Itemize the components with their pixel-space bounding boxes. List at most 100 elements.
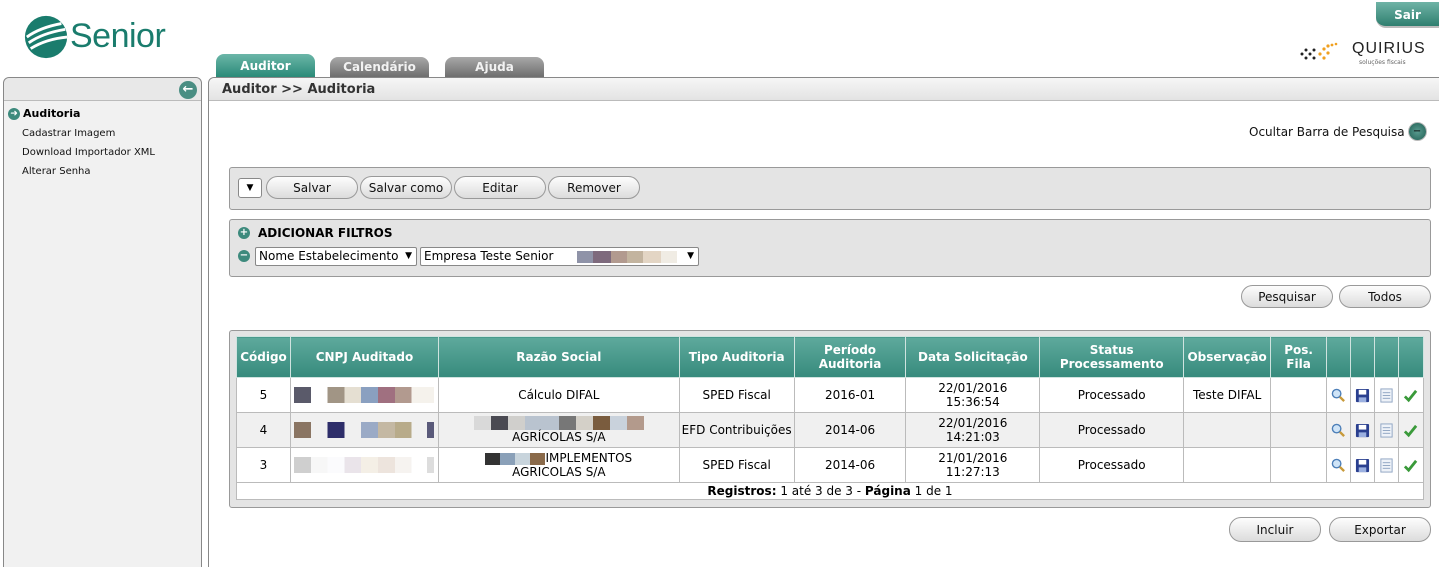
col-action-4 xyxy=(1397,336,1425,378)
time-text: 11:27:13 xyxy=(945,465,1000,479)
check-icon[interactable] xyxy=(1403,388,1418,403)
breadcrumb: Auditor >> Auditoria xyxy=(209,78,1439,101)
cell-observacao xyxy=(1183,412,1272,448)
cell-tipo: EFD Contribuições xyxy=(678,412,795,448)
cell-tipo: SPED Fiscal xyxy=(678,377,795,413)
time-text: 15:36:54 xyxy=(945,395,1000,409)
main-panel: Auditor >> Auditoria Ocultar Barra de Pe… xyxy=(208,77,1439,567)
hide-search-label: Ocultar Barra de Pesquisa xyxy=(1249,124,1405,139)
cell-status: Processado xyxy=(1039,447,1185,483)
add-filters-header[interactable]: + ADICIONAR FILTROS xyxy=(238,226,393,240)
table-row[interactable]: 3 IMPLEMENTOS AGRICOLAS S/A SPED Fiscal 2… xyxy=(236,447,1425,483)
magnifier-icon[interactable] xyxy=(1331,388,1346,403)
tab-ajuda[interactable]: Ajuda xyxy=(445,57,544,77)
redacted-text xyxy=(294,457,435,473)
sidebar-header: ← xyxy=(4,78,201,101)
razao-text: AGRÍCOLAS S/A xyxy=(512,430,606,445)
time-text: 14:21:03 xyxy=(945,430,1000,444)
redacted-text xyxy=(577,251,677,263)
results-table-panel: Código CNPJ Auditado Razão Social Tipo A… xyxy=(229,330,1431,508)
cell-view xyxy=(1326,377,1351,413)
export-button[interactable]: Exportar xyxy=(1329,517,1431,542)
floppy-disk-icon[interactable] xyxy=(1355,388,1370,403)
sidebar-section-label: Auditoria xyxy=(23,107,81,120)
include-button[interactable]: Incluir xyxy=(1229,517,1321,542)
cell-pos-fila xyxy=(1270,377,1328,413)
hide-search-toggle[interactable]: Ocultar Barra de Pesquisa − xyxy=(1249,122,1427,141)
sidebar-item-alterar-senha[interactable]: Alterar Senha xyxy=(4,166,201,177)
all-button[interactable]: Todos xyxy=(1339,285,1431,308)
filter-value-text: Empresa Teste Senior xyxy=(424,249,554,263)
arrow-right-circle-icon: ➜ xyxy=(8,107,20,120)
saved-search-dropdown[interactable]: ▼ xyxy=(238,178,262,198)
cell-razao: AGRÍCOLAS S/A xyxy=(437,412,680,448)
col-data[interactable]: Data Solicitação xyxy=(905,336,1041,378)
col-observacao[interactable]: Observação xyxy=(1183,336,1272,378)
sidebar: ← ➜ Auditoria Cadastrar Imagem Download … xyxy=(3,77,202,567)
save-button[interactable]: Salvar xyxy=(266,176,358,199)
cell-view xyxy=(1326,447,1351,483)
remove-button[interactable]: Remover xyxy=(548,176,640,199)
cell-data: 22/01/2016 15:36:54 xyxy=(905,377,1041,413)
cell-status: Processado xyxy=(1039,377,1185,413)
cell-observacao: Teste DIFAL xyxy=(1183,377,1272,413)
registros-label: Registros: xyxy=(707,483,777,498)
table-row[interactable]: 5 Cálculo DIFAL SPED Fiscal 2016-01 22/0… xyxy=(236,377,1425,413)
tab-auditor[interactable]: Auditor xyxy=(216,54,315,77)
date-text: 22/01/2016 xyxy=(938,381,1008,395)
cell-observacao xyxy=(1183,447,1272,483)
filter-value-select[interactable]: Empresa Teste Senior ▼ xyxy=(420,247,699,266)
save-as-button[interactable]: Salvar como xyxy=(360,176,452,199)
cell-cnpj xyxy=(289,377,439,413)
col-pos-fila[interactable]: Pos. Fila xyxy=(1270,336,1328,378)
col-tipo[interactable]: Tipo Auditoria xyxy=(678,336,795,378)
plus-circle-icon[interactable]: + xyxy=(238,227,250,239)
cell-view xyxy=(1326,412,1351,448)
tab-calendario[interactable]: Calendário xyxy=(330,57,429,77)
col-cnpj[interactable]: CNPJ Auditado xyxy=(289,336,439,378)
redacted-text xyxy=(294,422,435,438)
pagination-info: Registros: 1 até 3 de 3 - Página 1 de 1 xyxy=(236,482,1424,500)
cell-pos-fila xyxy=(1270,447,1328,483)
check-icon[interactable] xyxy=(1403,458,1418,473)
cell-cnpj xyxy=(289,412,439,448)
collapse-arrow-icon[interactable]: ← xyxy=(179,81,197,99)
cell-doc xyxy=(1373,377,1399,413)
filter-field-select[interactable]: Nome Estabelecimento ▼ xyxy=(255,247,417,266)
cell-check xyxy=(1397,447,1425,483)
magnifier-icon[interactable] xyxy=(1331,423,1346,438)
document-icon[interactable] xyxy=(1379,457,1394,473)
document-icon[interactable] xyxy=(1379,422,1394,438)
exit-button[interactable]: Sair xyxy=(1376,2,1439,28)
toolbar-panel: ▼ Salvar Salvar como Editar Remover xyxy=(229,167,1431,210)
cell-check xyxy=(1397,412,1425,448)
remove-filter-icon[interactable]: − xyxy=(238,250,250,262)
minus-circle-icon[interactable]: − xyxy=(1407,122,1427,141)
col-codigo[interactable]: Código xyxy=(236,336,291,378)
cell-check xyxy=(1397,377,1425,413)
cell-save xyxy=(1349,447,1375,483)
col-razao[interactable]: Razão Social xyxy=(437,336,680,378)
table-footer: Registros: 1 até 3 de 3 - Página 1 de 1 xyxy=(236,482,1424,500)
redacted-text xyxy=(294,387,435,403)
floppy-disk-icon[interactable] xyxy=(1355,458,1370,473)
cell-codigo: 3 xyxy=(236,447,291,483)
col-periodo[interactable]: Período Auditoria xyxy=(793,336,907,378)
check-icon[interactable] xyxy=(1403,423,1418,438)
quirius-logo-icon xyxy=(1300,42,1338,60)
sidebar-item-download-importador[interactable]: Download Importador XML xyxy=(4,147,201,158)
date-text: 21/01/2016 xyxy=(938,451,1008,465)
col-status[interactable]: Status Processamento xyxy=(1039,336,1185,378)
col-action-3 xyxy=(1373,336,1399,378)
search-button[interactable]: Pesquisar xyxy=(1241,285,1333,308)
redacted-text xyxy=(485,452,546,465)
sidebar-item-cadastrar-imagem[interactable]: Cadastrar Imagem xyxy=(4,128,201,139)
document-icon[interactable] xyxy=(1379,387,1394,403)
edit-button[interactable]: Editar xyxy=(454,176,546,199)
table-row[interactable]: 4 AGRÍCOLAS S/A EFD Contribuições 2014-0… xyxy=(236,412,1425,448)
col-action-2 xyxy=(1349,336,1375,378)
redacted-text xyxy=(473,416,644,431)
magnifier-icon[interactable] xyxy=(1331,458,1346,473)
floppy-disk-icon[interactable] xyxy=(1355,423,1370,438)
sidebar-section-auditoria[interactable]: ➜ Auditoria xyxy=(4,107,201,120)
